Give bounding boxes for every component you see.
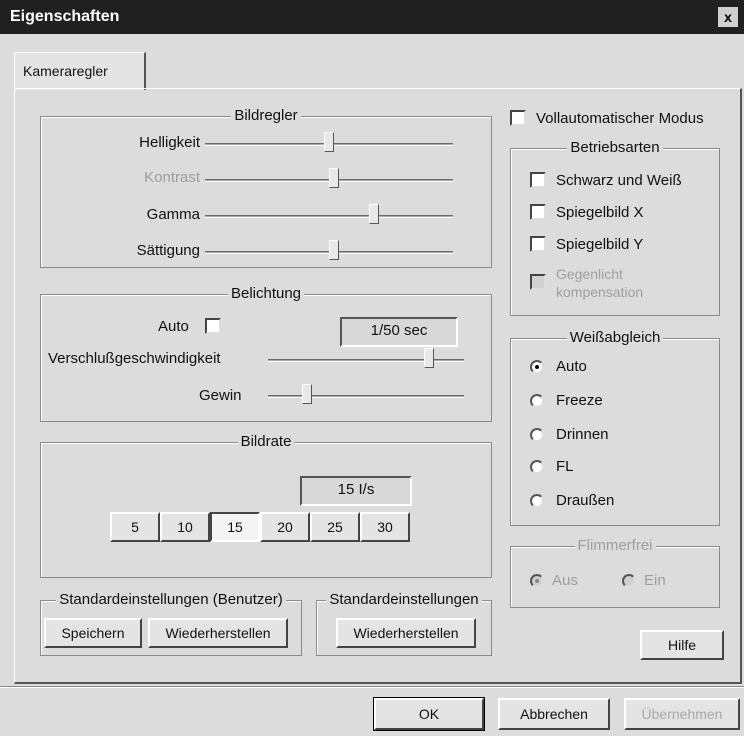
- backlight-label: Gegenlicht: [556, 266, 623, 282]
- framerate-30-button[interactable]: 30: [360, 512, 410, 542]
- saturation-thumb[interactable]: [328, 240, 339, 260]
- gamma-thumb[interactable]: [368, 204, 379, 224]
- framerate-5-button[interactable]: 5: [110, 512, 160, 542]
- wb-outdoor-radio[interactable]: [530, 494, 544, 508]
- help-button[interactable]: Hilfe: [640, 630, 724, 660]
- brightness-label: Helligkeit: [139, 134, 200, 151]
- mirror-y-label: Spiegelbild Y: [556, 236, 644, 253]
- wb-auto-radio[interactable]: [530, 360, 544, 374]
- title-bar: Eigenschaften x: [0, 0, 744, 34]
- close-icon[interactable]: x: [718, 7, 738, 27]
- wb-indoor-label: Drinnen: [556, 426, 609, 443]
- contrast-slider: [205, 168, 453, 188]
- contrast-thumb: [328, 168, 339, 188]
- framerate-buttons: 5 10 15 20 25 30: [110, 512, 410, 542]
- flicker-on-label: Ein: [644, 572, 666, 589]
- ok-button[interactable]: OK: [373, 697, 485, 731]
- framerate-20-button[interactable]: 20: [260, 512, 310, 542]
- tab-kameraregler[interactable]: Kameraregler: [14, 52, 146, 90]
- auto-exposure-checkbox[interactable]: [205, 318, 221, 334]
- wb-outdoor-label: Draußen: [556, 492, 615, 509]
- full-auto-checkbox[interactable]: [510, 110, 526, 126]
- wb-fl-radio[interactable]: [530, 460, 544, 474]
- shutter-thumb[interactable]: [423, 348, 434, 368]
- bw-checkbox[interactable]: [530, 172, 546, 188]
- std-defaults-title: Standardeinstellungen: [326, 591, 482, 608]
- save-button[interactable]: Speichern: [44, 618, 142, 648]
- weissabgleich-title: Weißabgleich: [566, 329, 664, 346]
- brightness-thumb[interactable]: [324, 132, 334, 152]
- gain-slider[interactable]: [268, 384, 464, 404]
- mirror-y-checkbox[interactable]: [530, 236, 546, 252]
- betriebsarten-title: Betriebsarten: [567, 139, 663, 156]
- shutter-value-field: 1/50 sec: [340, 317, 458, 347]
- gamma-label: Gamma: [146, 206, 200, 223]
- cancel-button[interactable]: Abbrechen: [498, 698, 610, 730]
- bildrate-group: Bildrate: [40, 433, 492, 578]
- std-restore-button[interactable]: Wiederherstellen: [336, 618, 476, 648]
- flicker-on-radio: [622, 574, 636, 588]
- mirror-x-checkbox[interactable]: [530, 204, 546, 220]
- mirror-x-label: Spiegelbild X: [556, 204, 644, 221]
- bildrate-title: Bildrate: [237, 433, 295, 450]
- window-title: Eigenschaften: [10, 8, 120, 25]
- backlight-label-2: kompensation: [556, 284, 644, 300]
- user-restore-button[interactable]: Wiederherstellen: [148, 618, 288, 648]
- framerate-value-field: 15 I/s: [300, 476, 412, 506]
- framerate-15-button[interactable]: 15: [210, 512, 260, 542]
- saturation-slider[interactable]: [205, 240, 453, 260]
- wb-freeze-radio[interactable]: [530, 394, 544, 408]
- gain-thumb[interactable]: [302, 384, 313, 404]
- contrast-label: Kontrast: [144, 169, 200, 186]
- apply-button: Übernehmen: [624, 698, 740, 730]
- wb-fl-label: FL: [556, 458, 574, 475]
- footer-separator: [0, 686, 744, 688]
- auto-exposure-label: Auto: [158, 318, 189, 335]
- user-defaults-title: Standardeinstellungen (Benutzer): [56, 591, 286, 608]
- full-auto-label: Vollautomatischer Modus: [536, 110, 704, 127]
- wb-indoor-radio[interactable]: [530, 428, 544, 442]
- saturation-label: Sättigung: [136, 242, 200, 259]
- flimmerfrei-title: Flimmerfrei: [574, 537, 656, 554]
- flicker-off-label: Aus: [552, 572, 578, 589]
- wb-freeze-label: Freeze: [556, 392, 603, 409]
- shutter-label: Verschlußgeschwindigkeit: [48, 350, 221, 367]
- flicker-off-radio: [530, 574, 544, 588]
- shutter-slider[interactable]: [268, 348, 464, 368]
- gain-label: Gewin: [199, 387, 242, 404]
- framerate-25-button[interactable]: 25: [310, 512, 360, 542]
- brightness-slider[interactable]: [205, 132, 453, 152]
- bw-label: Schwarz und Weiß: [556, 172, 682, 189]
- framerate-10-button[interactable]: 10: [160, 512, 210, 542]
- backlight-checkbox: [530, 274, 546, 290]
- gamma-slider[interactable]: [205, 204, 453, 224]
- wb-auto-label: Auto: [556, 358, 587, 375]
- bildregler-title: Bildregler: [231, 107, 301, 124]
- belichtung-title: Belichtung: [227, 285, 305, 302]
